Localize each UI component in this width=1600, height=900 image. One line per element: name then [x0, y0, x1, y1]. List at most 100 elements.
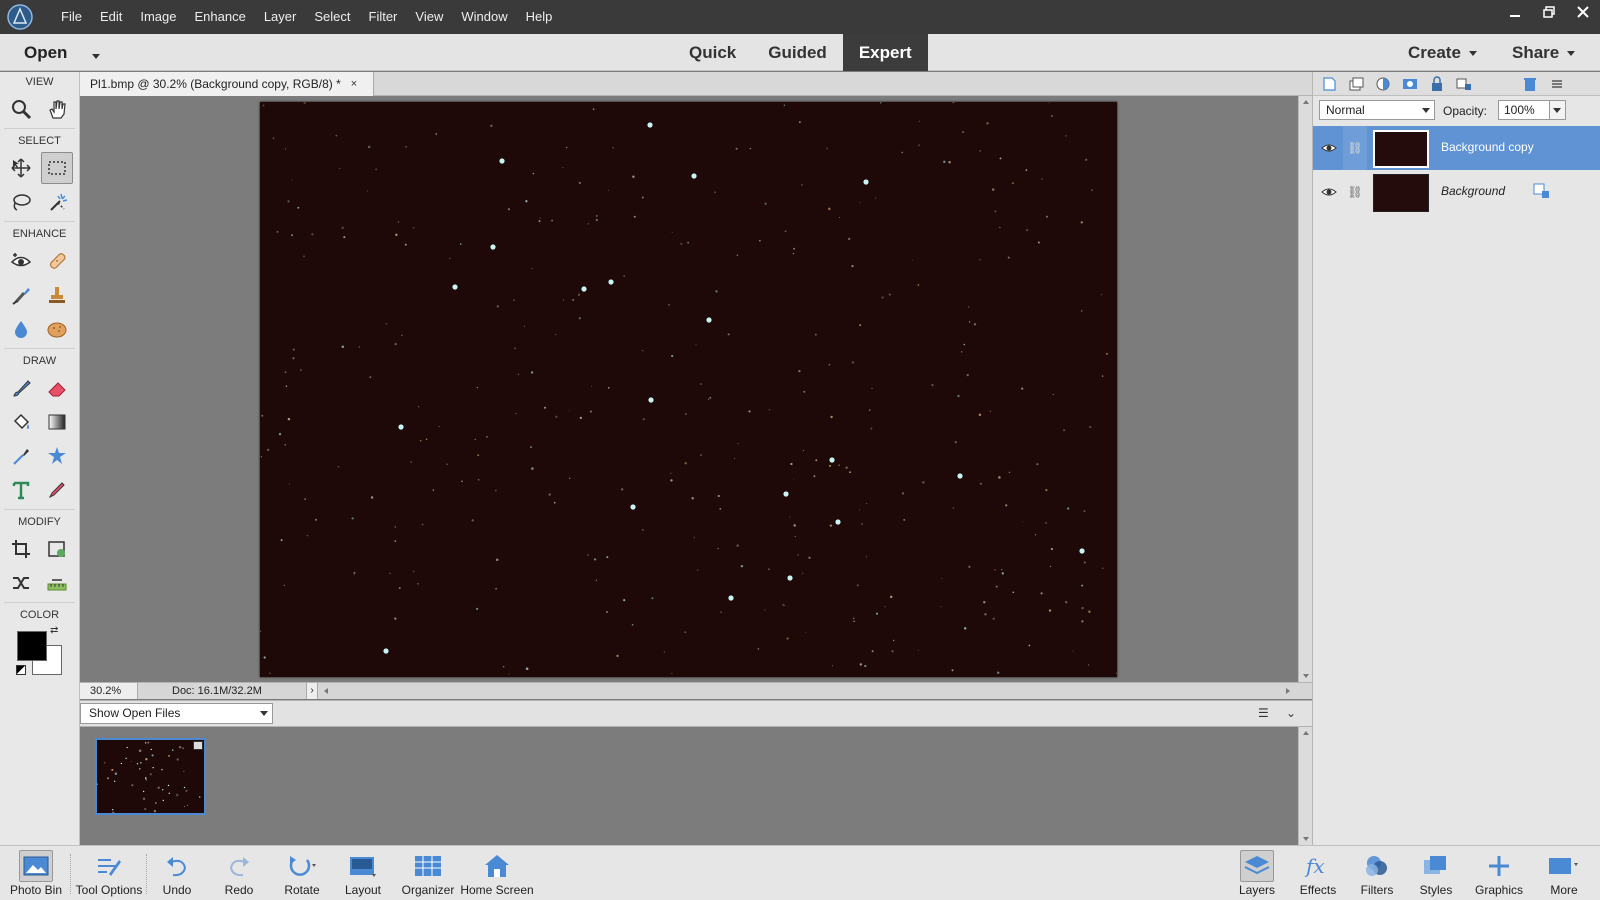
close-icon[interactable]: × [351, 78, 357, 90]
visibility-eye-icon[interactable] [1321, 140, 1337, 156]
undo-button[interactable]: Undo [158, 846, 196, 900]
home-screen-button[interactable]: Home Screen [459, 846, 535, 900]
lock-all-icon[interactable] [1429, 75, 1445, 92]
trash-icon[interactable] [1522, 76, 1538, 92]
share-button[interactable]: Share [1512, 34, 1576, 71]
create-button[interactable]: Create [1408, 34, 1477, 71]
opacity-input[interactable]: 100% [1498, 100, 1550, 120]
open-button[interactable]: Open [24, 34, 67, 71]
minimize-button[interactable] [1498, 0, 1532, 24]
star-field-image [260, 102, 1117, 675]
layer-mask-icon[interactable] [1402, 76, 1418, 92]
recompose-tool-icon[interactable] [41, 533, 73, 565]
tool-options-button[interactable]: Tool Options [72, 846, 146, 900]
layer-name[interactable]: Background copy [1441, 140, 1534, 154]
blur-tool-icon[interactable] [5, 313, 37, 345]
more-button[interactable]: More [1542, 846, 1586, 900]
styles-button[interactable]: Styles [1414, 846, 1458, 900]
menu-window[interactable]: Window [452, 0, 516, 34]
eye-tool-icon[interactable] [5, 245, 37, 277]
sponge-tool-icon[interactable] [41, 313, 73, 345]
magic-wand-tool-icon[interactable] [41, 186, 73, 218]
visibility-eye-icon[interactable] [1321, 184, 1337, 200]
zoom-tool-icon[interactable] [5, 93, 37, 125]
smart-brush-tool-icon[interactable] [5, 279, 37, 311]
rotate-button[interactable]: Rotate [280, 846, 324, 900]
open-file-thumbnail[interactable] [95, 738, 206, 815]
show-open-files-select[interactable]: Show Open Files [80, 703, 273, 724]
tab-guided[interactable]: Guided [752, 34, 843, 71]
menu-file[interactable]: File [52, 0, 91, 34]
create-label: Create [1408, 43, 1461, 62]
opacity-dropdown-icon[interactable] [1550, 100, 1566, 120]
panel-menu-icon[interactable] [1549, 76, 1565, 92]
canvas-horizontal-scrollbar[interactable] [320, 685, 1294, 697]
filters-button[interactable]: Filters [1355, 846, 1399, 900]
straighten-tool-icon[interactable] [41, 567, 73, 599]
redo-button[interactable]: Redo [220, 846, 258, 900]
tool-options-icon [92, 850, 126, 882]
link-icon[interactable]: ⛓ [1343, 126, 1367, 170]
layer-name[interactable]: Background [1441, 184, 1505, 198]
crop-tool-icon[interactable] [5, 533, 37, 565]
effects-button[interactable]: fx Effects [1296, 846, 1340, 900]
link-icon[interactable]: ⛓ [1343, 170, 1367, 214]
menu-edit[interactable]: Edit [91, 0, 131, 34]
paint-bucket-tool-icon[interactable] [5, 406, 37, 438]
lasso-tool-icon[interactable] [5, 186, 37, 218]
eyedropper-tool-icon[interactable] [5, 440, 37, 472]
move-tool-icon[interactable] [5, 152, 37, 184]
document-tab[interactable]: Pl1.bmp @ 30.2% (Background copy, RGB/8)… [80, 72, 374, 96]
pencil-tool-icon[interactable] [41, 474, 73, 506]
undo-label: Undo [162, 883, 192, 897]
default-colors-icon[interactable] [16, 665, 26, 675]
new-layer-icon[interactable] [1321, 76, 1337, 92]
menu-image[interactable]: Image [131, 0, 185, 34]
menu-select[interactable]: Select [305, 0, 359, 34]
graphics-button[interactable]: Graphics [1474, 846, 1524, 900]
layout-button[interactable]: Layout [342, 846, 384, 900]
blend-mode-select[interactable]: Normal [1319, 100, 1435, 120]
swap-colors-icon[interactable]: ⇄ [50, 625, 58, 636]
tab-quick[interactable]: Quick [673, 34, 752, 71]
menu-filter[interactable]: Filter [360, 0, 407, 34]
status-menu-arrow-icon[interactable]: › [306, 683, 318, 699]
marquee-tool-icon[interactable] [41, 152, 73, 184]
layers-panel: Normal Opacity: 100% ⛓ Background copy ⛓… [1312, 72, 1600, 845]
menu-help[interactable]: Help [517, 0, 562, 34]
zoom-readout[interactable]: 30.2% [80, 683, 138, 699]
close-window-button[interactable] [1566, 0, 1600, 24]
canvas-vertical-scrollbar[interactable] [1298, 96, 1312, 682]
photo-bin-button[interactable]: Photo Bin [5, 846, 67, 900]
menu-layer[interactable]: Layer [255, 0, 306, 34]
custom-shape-tool-icon[interactable] [41, 440, 73, 472]
restore-button[interactable] [1532, 0, 1566, 24]
spot-healing-tool-icon[interactable] [41, 245, 73, 277]
layer-row-background[interactable]: ⛓ Background [1313, 170, 1600, 214]
open-dropdown-icon[interactable] [84, 48, 100, 63]
type-tool-icon[interactable] [5, 474, 37, 506]
layer-row-background-copy[interactable]: ⛓ Background copy [1313, 126, 1600, 170]
lock-transparent-icon[interactable] [1456, 76, 1472, 92]
layers-button[interactable]: Layers [1235, 846, 1279, 900]
bin-vertical-scrollbar[interactable] [1298, 727, 1312, 845]
layers-label: Layers [1238, 883, 1276, 897]
menu-enhance[interactable]: Enhance [186, 0, 255, 34]
image-canvas[interactable] [260, 102, 1117, 677]
foreground-color-swatch[interactable] [17, 631, 47, 661]
organizer-button[interactable]: Organizer [400, 846, 456, 900]
clone-stamp-tool-icon[interactable] [41, 279, 73, 311]
eraser-tool-icon[interactable] [41, 372, 73, 404]
hand-tool-icon[interactable] [41, 93, 73, 125]
new-group-icon[interactable] [1348, 76, 1364, 92]
color-swatches: ⇄ [0, 625, 79, 685]
chevron-down-icon[interactable]: ⌄ [1286, 706, 1296, 720]
adjustment-layer-icon[interactable] [1375, 76, 1391, 92]
brush-tool-icon[interactable] [5, 372, 37, 404]
gradient-tool-icon[interactable] [41, 406, 73, 438]
tab-expert[interactable]: Expert [842, 34, 928, 71]
menu-view[interactable]: View [406, 0, 452, 34]
document-size: Doc: 16.1M/32.2M [172, 685, 262, 697]
bin-menu-icon[interactable]: ☰ [1258, 706, 1269, 720]
content-aware-move-tool-icon[interactable] [5, 567, 37, 599]
